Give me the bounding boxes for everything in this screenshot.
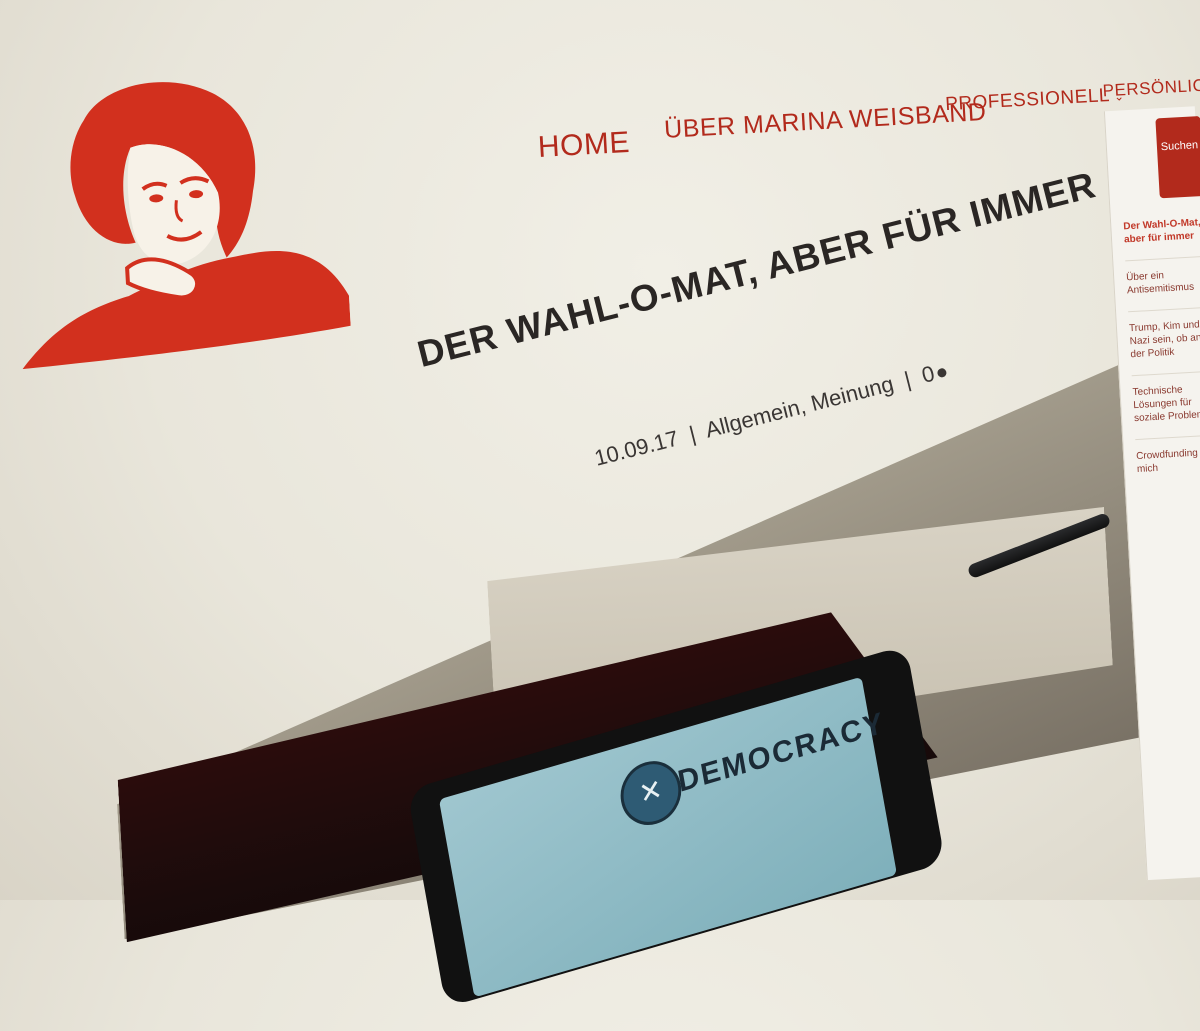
recent-posts-list: Der Wahl-O-Mat, aber für immer Über ein … (1122, 206, 1200, 491)
recent-post-item[interactable]: Technische Lösungen für soziale Probleme (1131, 370, 1200, 440)
recent-post-item[interactable]: Der Wahl-O-Mat, aber für immer (1122, 206, 1200, 260)
portrait-logo-icon (22, 82, 351, 370)
nav-ueber-marina-weisband[interactable]: ÜBER MARINA WEISBAND (663, 98, 987, 145)
post-date: 10.09.17 (591, 425, 681, 471)
nav-home[interactable]: HOME (537, 126, 631, 165)
comment-icon (936, 367, 948, 379)
search-button-label: Suchen (1160, 139, 1199, 154)
recent-post-item[interactable]: Trump, Kim und Nazi sein, ob an der Poli… (1128, 306, 1200, 376)
page: HOME ÜBER MARINA WEISBAND PROFESSIONELL ⌄… (0, 0, 1200, 1008)
post-meta: 10.09.17 | Allgemein, Meinung | 0 (592, 358, 949, 472)
post-title[interactable]: DER WAHL-O-MAT, ABER FÜR IMMER (413, 164, 1100, 376)
tablet-brand-text: DEMOCRACY (675, 706, 888, 799)
post-categories[interactable]: Allgemein, Meinung (703, 371, 896, 443)
comment-count: 0 (919, 360, 938, 388)
recent-post-item[interactable]: Crowdfunding für mich (1135, 434, 1200, 491)
nav-professionell-label: PROFESSIONELL (944, 85, 1111, 116)
nav-professionell[interactable]: PROFESSIONELL ⌄ (945, 84, 1125, 116)
site-logo[interactable] (7, 66, 352, 370)
search-button[interactable]: Suchen (1155, 115, 1200, 199)
comment-count-link[interactable]: 0 (919, 358, 949, 388)
recent-post-item[interactable]: Über ein Antisemitismus (1125, 255, 1200, 312)
meta-separator: | (686, 421, 699, 447)
meta-separator: | (901, 366, 914, 393)
nav-persoenliches[interactable]: PERSÖNLICHES (1102, 74, 1200, 102)
